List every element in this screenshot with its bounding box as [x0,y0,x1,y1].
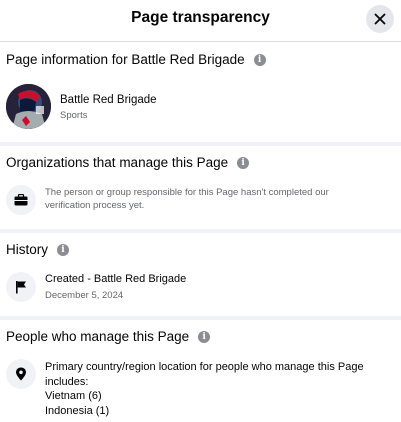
history-created: Created - Battle Red Brigade [45,273,187,285]
info-icon[interactable]: i [237,156,250,169]
section-divider [0,142,401,146]
section-divider [0,229,401,233]
info-icon[interactable]: i [57,243,70,256]
section-divider [0,316,401,320]
briefcase-icon [14,194,28,206]
flag-icon-container [6,272,36,302]
dialog-title: Page transparency [131,9,270,26]
people-text: Primary country/region location for peop… [45,360,390,418]
info-icon[interactable]: i [253,53,266,66]
dialog-header: Page transparency [0,0,401,42]
info-icon[interactable]: i [198,330,211,343]
people-intro: Primary country/region location for peop… [45,361,364,388]
page-name[interactable]: Battle Red Brigade [60,94,157,106]
close-button[interactable] [366,5,394,33]
country-item: Vietnam (6) [45,390,102,402]
history-heading: History [6,242,49,257]
location-pin-icon-container [6,359,36,389]
team-logo-icon [6,84,51,129]
organizations-text: The person or group responsible for this… [45,187,329,211]
page-info-heading: Page information for Battle Red Brigade [6,52,245,67]
organizations-section-title: Organizations that manage this Page i [6,155,250,170]
history-section-title: History i [6,242,70,257]
people-heading: People who manage this Page [6,329,190,344]
flag-icon [16,281,26,294]
people-section-title: People who manage this Page i [6,329,211,344]
briefcase-icon-container [6,185,36,215]
organizations-heading: Organizations that manage this Page [6,155,229,170]
country-item: Indonesia (1) [45,404,110,417]
page-avatar[interactable] [6,84,51,129]
page-category: Sports [60,110,88,121]
history-date: December 5, 2024 [45,290,124,301]
page-info-section-title: Page information for Battle Red Brigade … [6,52,266,67]
location-pin-icon [16,367,26,381]
close-icon [374,13,386,25]
